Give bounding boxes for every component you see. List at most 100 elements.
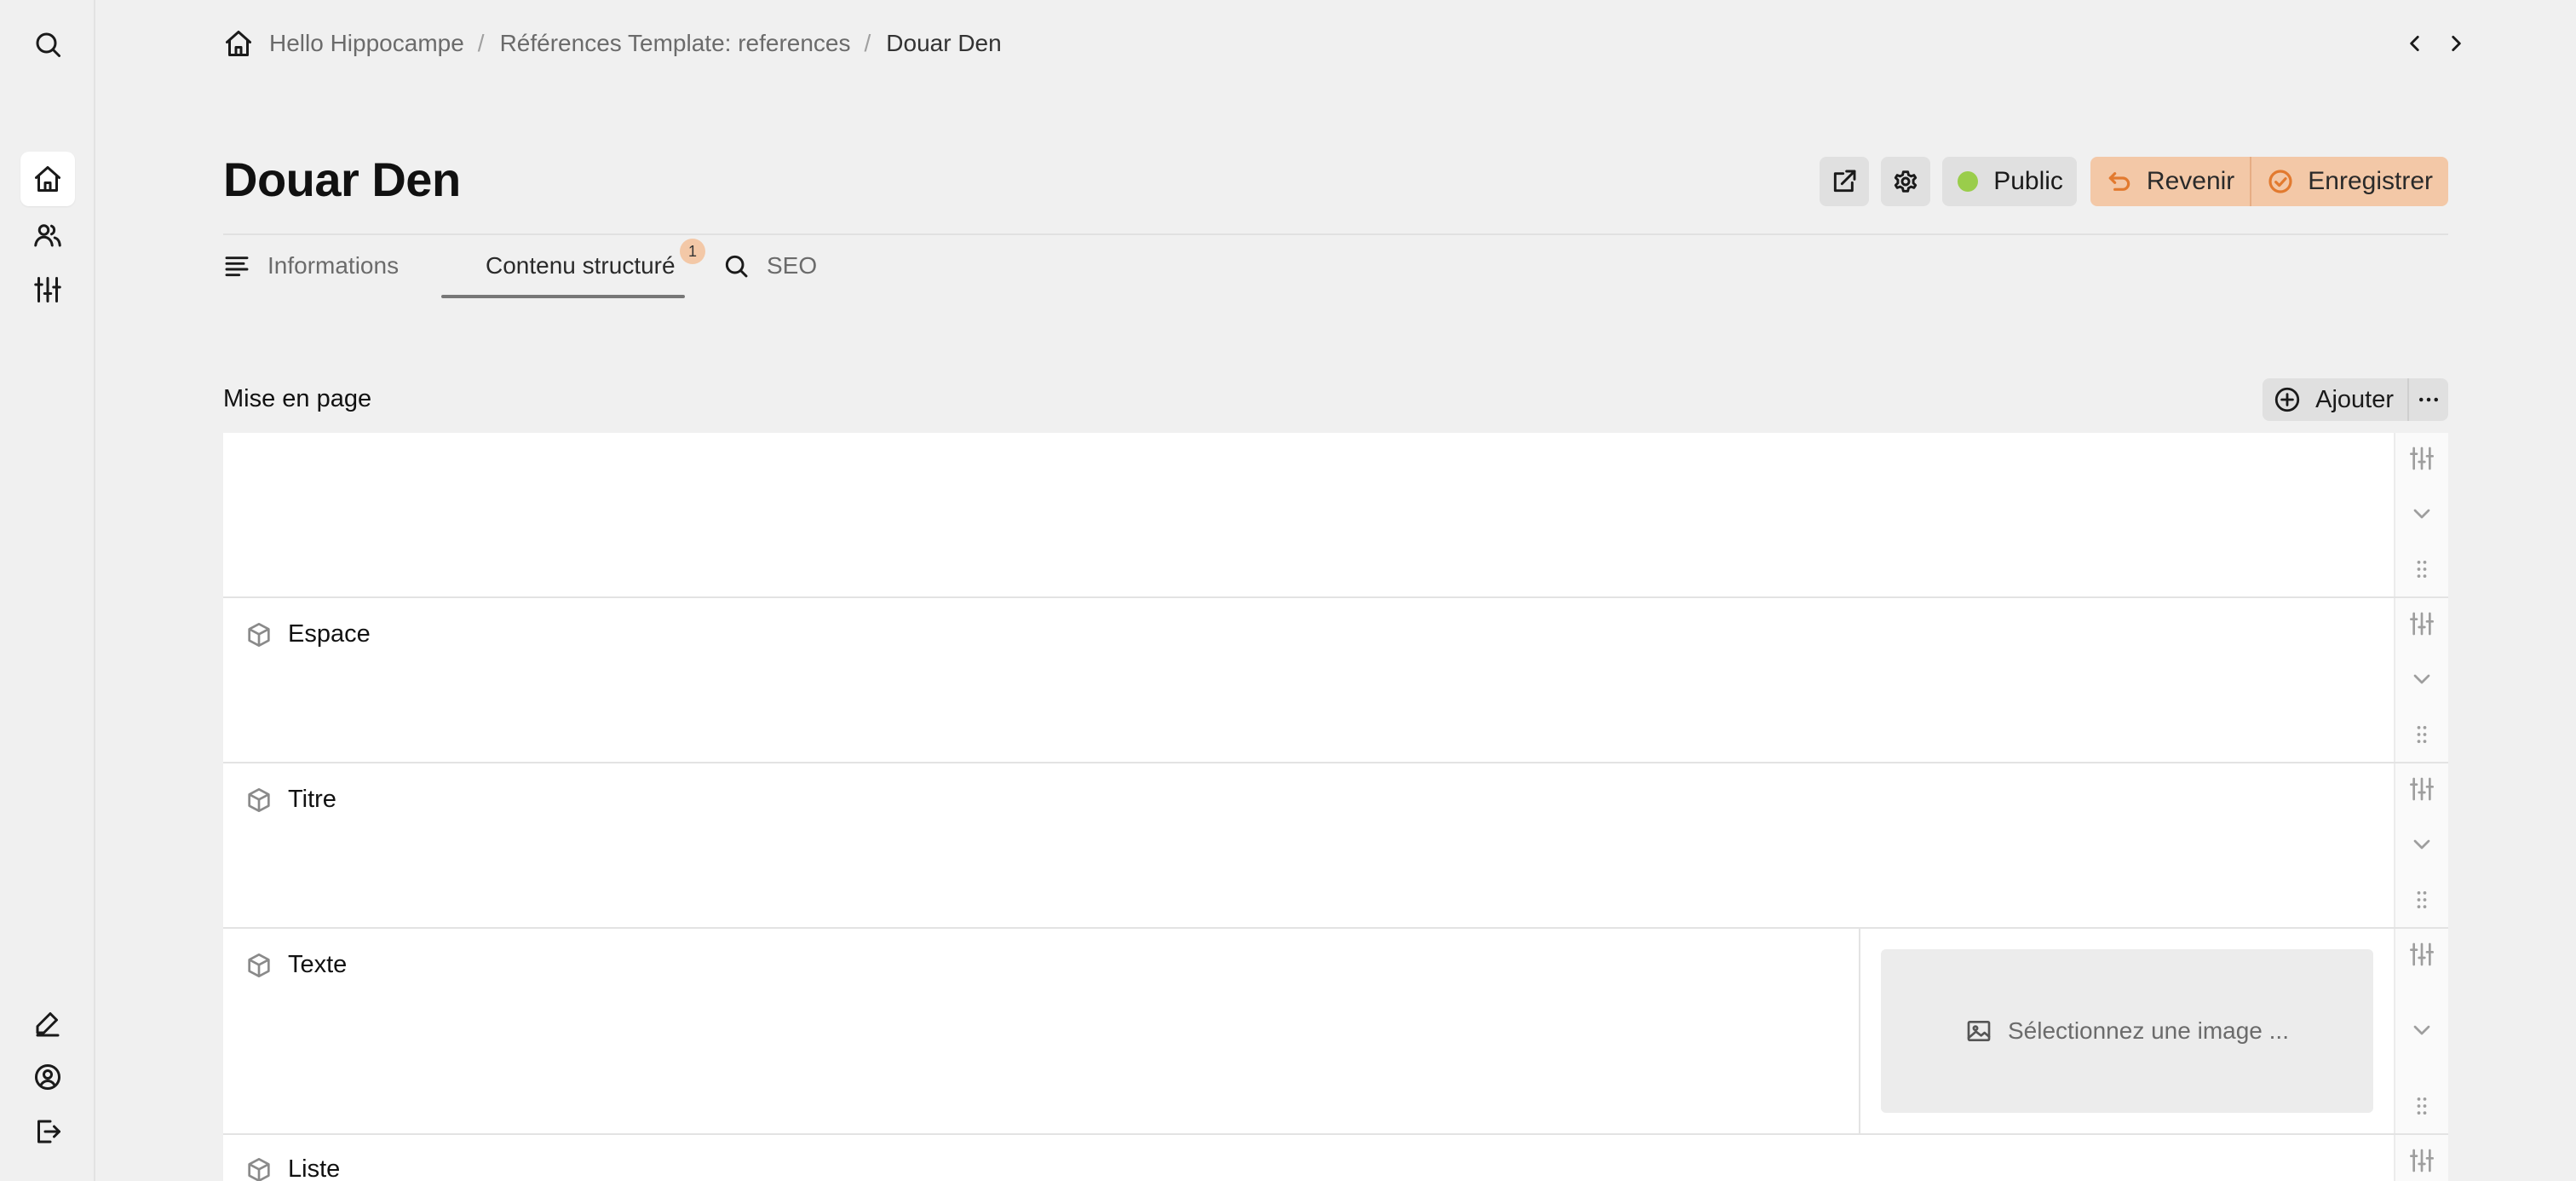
block-tools bbox=[2394, 433, 2448, 596]
search-icon bbox=[725, 255, 748, 278]
sidebar-home-button[interactable] bbox=[20, 152, 75, 206]
block-collapse-button[interactable] bbox=[2405, 664, 2439, 694]
page-title: Douar Den bbox=[223, 153, 461, 206]
sliders-icon bbox=[2410, 612, 2434, 636]
breadcrumb-item-site[interactable]: Hello Hippocampe bbox=[269, 30, 464, 57]
block-header: Texte bbox=[245, 951, 347, 979]
block-drag-handle[interactable] bbox=[2405, 554, 2439, 585]
block-settings-button[interactable] bbox=[2405, 608, 2439, 639]
edit-icon bbox=[36, 1012, 60, 1037]
block-content[interactable]: Liste bbox=[223, 1135, 2394, 1181]
ellipsis-icon bbox=[2419, 397, 2438, 402]
grip-icon bbox=[2417, 725, 2427, 744]
block-drag-handle[interactable] bbox=[2405, 884, 2439, 915]
block-label: Titre bbox=[288, 786, 336, 813]
chevron-down-icon bbox=[2413, 509, 2430, 519]
sidebar-logout-button[interactable] bbox=[20, 1104, 75, 1159]
block-collapse-button[interactable] bbox=[2405, 829, 2439, 860]
cube-icon bbox=[248, 1157, 270, 1181]
block-settings-button[interactable] bbox=[2405, 774, 2439, 804]
breadcrumb-separator: / bbox=[864, 30, 871, 56]
block-drag-handle[interactable] bbox=[2405, 1091, 2439, 1121]
users-icon bbox=[34, 224, 61, 247]
block-content[interactable]: Titre bbox=[223, 763, 2394, 927]
block-settings-button[interactable] bbox=[2405, 1145, 2439, 1176]
image-icon bbox=[1967, 1021, 1991, 1041]
block-item[interactable]: Texte Sélectionnez une image ... bbox=[223, 927, 2448, 1133]
tab-seo[interactable]: SEO bbox=[722, 245, 817, 286]
revert-label: Revenir bbox=[2146, 167, 2235, 195]
user-circle-icon bbox=[35, 1064, 60, 1090]
block-content[interactable]: Espace bbox=[223, 598, 2394, 762]
block-collapse-button[interactable] bbox=[2405, 498, 2439, 529]
block-header: Titre bbox=[245, 786, 336, 814]
block-item[interactable] bbox=[223, 433, 2448, 596]
sliders-icon bbox=[34, 277, 61, 302]
search-icon bbox=[36, 32, 60, 57]
block-item[interactable]: Liste bbox=[223, 1133, 2448, 1181]
block-tools bbox=[2394, 598, 2448, 762]
block-item[interactable]: Titre bbox=[223, 762, 2448, 927]
revert-button[interactable]: Revenir bbox=[2090, 157, 2250, 206]
sidebar-edit-button[interactable] bbox=[20, 995, 75, 1050]
chevron-down-icon bbox=[2413, 674, 2430, 684]
check-circle-icon bbox=[2268, 170, 2292, 193]
save-group: Revenir Enregistrer bbox=[2090, 157, 2448, 206]
block-settings-button[interactable] bbox=[2405, 443, 2439, 474]
page-actions: Public Revenir Enregistrer bbox=[1820, 157, 2448, 206]
block-tools bbox=[2394, 763, 2448, 927]
add-block-button[interactable]: Ajouter bbox=[2263, 378, 2407, 421]
cube-icon bbox=[248, 622, 270, 647]
sidebar bbox=[0, 0, 95, 1181]
open-external-button[interactable] bbox=[1820, 157, 1870, 206]
image-column: Sélectionnez une image ... bbox=[1859, 929, 2394, 1133]
logout-icon bbox=[37, 1120, 60, 1144]
next-page-button[interactable] bbox=[2440, 27, 2472, 60]
sidebar-settings-button[interactable] bbox=[20, 262, 75, 317]
sidebar-search-button[interactable] bbox=[20, 17, 75, 72]
block-header: Espace bbox=[245, 620, 371, 648]
previous-page-button[interactable] bbox=[2399, 27, 2431, 60]
tab-contenu-structure[interactable]: Contenu structuré 1 bbox=[441, 239, 705, 298]
sliders-icon bbox=[2410, 777, 2434, 801]
status-dot bbox=[1958, 171, 1979, 192]
chevron-left-icon bbox=[2410, 36, 2419, 51]
tab-bar: Informations Contenu structuré 1 SEO bbox=[223, 239, 817, 298]
sliders-icon bbox=[2410, 942, 2434, 966]
cube-icon bbox=[248, 953, 270, 977]
block-collapse-button[interactable] bbox=[2405, 1015, 2439, 1046]
tab-informations[interactable]: Informations bbox=[223, 245, 441, 286]
more-options-button[interactable] bbox=[2407, 378, 2448, 421]
save-button[interactable]: Enregistrer bbox=[2250, 157, 2448, 206]
notification-badge: 1 bbox=[680, 239, 705, 264]
plus-circle-icon bbox=[2274, 387, 2300, 412]
visibility-button[interactable]: Public bbox=[1942, 157, 2077, 206]
title-divider bbox=[223, 233, 2448, 235]
tab-label: SEO bbox=[767, 252, 818, 279]
grip-icon bbox=[2417, 560, 2427, 579]
cube-icon bbox=[248, 787, 270, 812]
tab-label: Informations bbox=[267, 252, 400, 279]
block-label: Liste bbox=[288, 1155, 341, 1181]
undo-icon bbox=[2108, 172, 2130, 191]
tab-label: Contenu structuré bbox=[486, 252, 676, 279]
image-picker-label: Sélectionnez une image ... bbox=[2008, 1017, 2289, 1044]
breadcrumb-home[interactable] bbox=[223, 28, 254, 59]
breadcrumb-item-current: Douar Den bbox=[886, 30, 1002, 56]
sidebar-account-button[interactable] bbox=[20, 1050, 75, 1104]
sidebar-users-button[interactable] bbox=[20, 208, 75, 262]
breadcrumb-item-template[interactable]: Références Template: references bbox=[500, 30, 851, 57]
block-settings-button[interactable] bbox=[2405, 939, 2439, 970]
block-drag-handle[interactable] bbox=[2405, 719, 2439, 750]
block-content[interactable] bbox=[223, 433, 2394, 596]
visibility-label: Public bbox=[1993, 167, 2063, 195]
settings-button[interactable] bbox=[1881, 157, 1931, 206]
grip-icon bbox=[2417, 890, 2427, 909]
block-tools bbox=[2394, 929, 2448, 1133]
add-block-group: Ajouter bbox=[2263, 378, 2448, 421]
external-link-icon bbox=[1834, 170, 1856, 193]
gear-icon bbox=[1894, 170, 1918, 193]
image-picker[interactable]: Sélectionnez une image ... bbox=[1881, 949, 2373, 1113]
block-item[interactable]: Espace bbox=[223, 596, 2448, 762]
chevron-right-icon bbox=[2452, 36, 2461, 51]
